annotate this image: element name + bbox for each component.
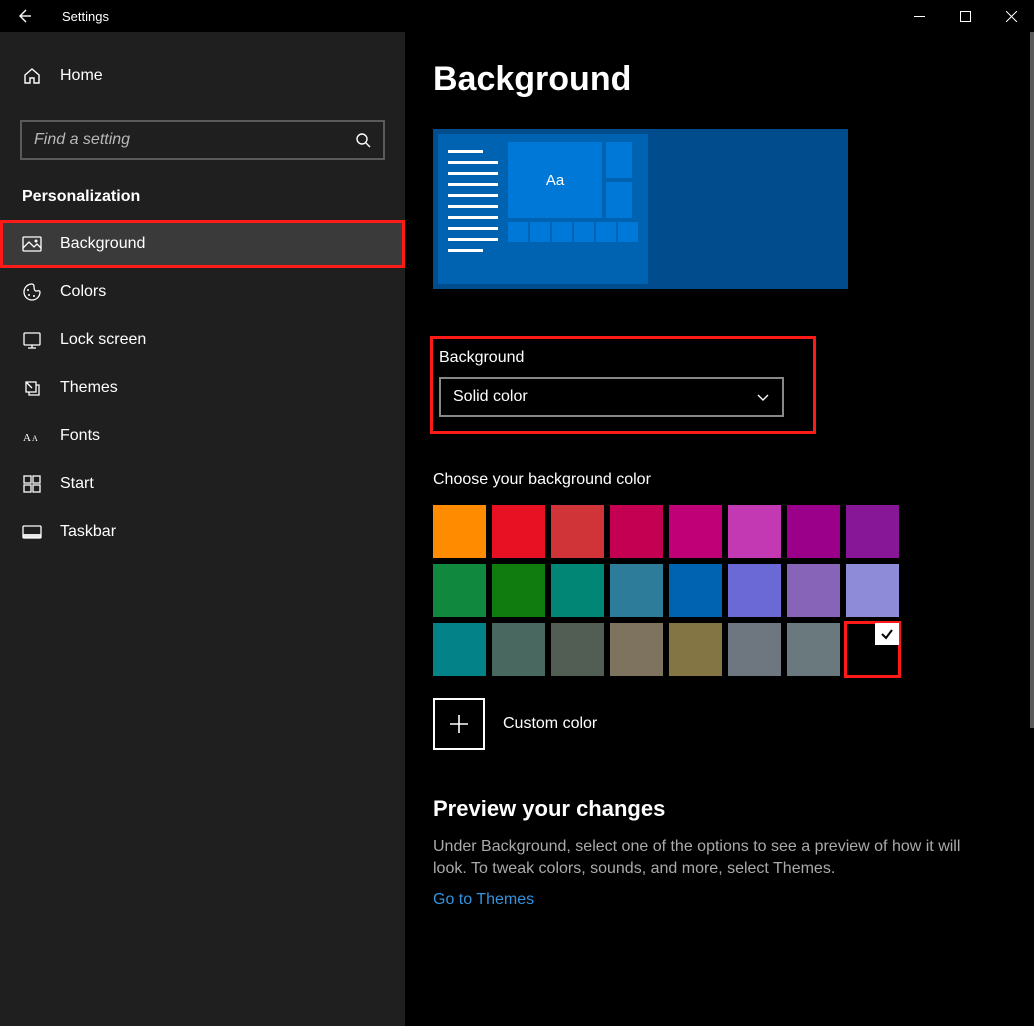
home-label: Home bbox=[60, 67, 103, 85]
nav-item-fonts[interactable]: AA Fonts bbox=[0, 412, 405, 460]
nav-item-colors[interactable]: Colors bbox=[0, 268, 405, 316]
color-swatch[interactable] bbox=[846, 623, 899, 676]
nav-item-themes[interactable]: Themes bbox=[0, 364, 405, 412]
nav-item-label: Lock screen bbox=[60, 331, 146, 349]
nav-item-label: Background bbox=[60, 235, 145, 253]
sidebar: Home Personalization Background Colors Loc… bbox=[0, 32, 405, 1026]
nav-item-label: Themes bbox=[60, 379, 118, 397]
color-swatch[interactable] bbox=[551, 623, 604, 676]
color-swatch[interactable] bbox=[433, 564, 486, 617]
color-swatch[interactable] bbox=[610, 564, 663, 617]
maximize-button[interactable] bbox=[942, 0, 988, 32]
color-swatch[interactable] bbox=[787, 505, 840, 558]
color-swatch[interactable] bbox=[492, 505, 545, 558]
minimize-icon bbox=[914, 11, 925, 22]
home-nav[interactable]: Home bbox=[0, 54, 405, 98]
titlebar: Settings bbox=[0, 0, 1034, 32]
section-label: Personalization bbox=[0, 160, 405, 220]
sidebar-nav: Background Colors Lock screen Themes AA Fonts… bbox=[0, 220, 405, 556]
preview-sample-text: Aa bbox=[508, 142, 602, 218]
color-swatch[interactable] bbox=[787, 623, 840, 676]
app-title: Settings bbox=[62, 9, 109, 24]
nav-item-label: Start bbox=[60, 475, 94, 493]
color-swatch[interactable] bbox=[669, 564, 722, 617]
start-icon bbox=[22, 474, 42, 494]
maximize-icon bbox=[960, 11, 971, 22]
go-to-themes-link[interactable]: Go to Themes bbox=[433, 891, 1014, 909]
background-type-section: Background Solid color bbox=[433, 339, 813, 431]
color-swatch[interactable] bbox=[728, 623, 781, 676]
nav-item-taskbar[interactable]: Taskbar bbox=[0, 508, 405, 556]
plus-icon bbox=[448, 713, 470, 735]
color-swatch[interactable] bbox=[846, 564, 899, 617]
home-icon bbox=[22, 66, 42, 86]
nav-item-label: Colors bbox=[60, 283, 106, 301]
themes-icon bbox=[22, 378, 42, 398]
close-button[interactable] bbox=[988, 0, 1034, 32]
color-section-label: Choose your background color bbox=[433, 471, 1014, 489]
color-swatch[interactable] bbox=[551, 505, 604, 558]
color-swatch[interactable] bbox=[846, 505, 899, 558]
background-icon bbox=[22, 234, 42, 254]
back-button[interactable] bbox=[12, 0, 36, 32]
color-swatch[interactable] bbox=[669, 505, 722, 558]
background-type-label: Background bbox=[439, 349, 809, 367]
color-swatch[interactable] bbox=[728, 564, 781, 617]
nav-item-label: Fonts bbox=[60, 427, 100, 445]
close-icon bbox=[1006, 11, 1017, 22]
color-swatch[interactable] bbox=[787, 564, 840, 617]
svg-text:A: A bbox=[32, 434, 38, 443]
minimize-button[interactable] bbox=[896, 0, 942, 32]
nav-item-start[interactable]: Start bbox=[0, 460, 405, 508]
lock-screen-icon bbox=[22, 330, 42, 350]
color-swatch[interactable] bbox=[610, 505, 663, 558]
fonts-icon: AA bbox=[22, 426, 42, 446]
taskbar-icon bbox=[22, 522, 42, 542]
preview-section-title: Preview your changes bbox=[433, 796, 1014, 822]
color-swatch[interactable] bbox=[492, 623, 545, 676]
search-input-wrap[interactable] bbox=[20, 120, 385, 160]
color-swatch[interactable] bbox=[669, 623, 722, 676]
nav-item-background[interactable]: Background bbox=[0, 220, 405, 268]
arrow-left-icon bbox=[16, 8, 32, 24]
color-swatch-grid bbox=[433, 505, 1014, 676]
color-swatch[interactable] bbox=[728, 505, 781, 558]
nav-item-lock-screen[interactable]: Lock screen bbox=[0, 316, 405, 364]
checkmark-icon bbox=[875, 623, 899, 645]
background-type-dropdown[interactable]: Solid color bbox=[439, 377, 784, 417]
search-input[interactable] bbox=[34, 131, 355, 149]
color-swatch[interactable] bbox=[433, 623, 486, 676]
scrollbar[interactable] bbox=[1030, 32, 1034, 728]
nav-item-label: Taskbar bbox=[60, 523, 116, 541]
svg-text:A: A bbox=[23, 432, 31, 444]
color-swatch[interactable] bbox=[492, 564, 545, 617]
background-type-value: Solid color bbox=[453, 388, 528, 406]
colors-icon bbox=[22, 282, 42, 302]
search-icon bbox=[355, 132, 371, 148]
color-swatch[interactable] bbox=[610, 623, 663, 676]
custom-color-button[interactable] bbox=[433, 698, 485, 750]
custom-color-label: Custom color bbox=[503, 715, 597, 733]
chevron-down-icon bbox=[756, 390, 770, 404]
background-preview: Aa bbox=[433, 129, 848, 289]
color-swatch[interactable] bbox=[433, 505, 486, 558]
page-title: Background bbox=[433, 60, 1014, 99]
content-area: Background Aa bbox=[405, 32, 1034, 1026]
preview-section-text: Under Background, select one of the opti… bbox=[433, 836, 993, 881]
color-swatch[interactable] bbox=[551, 564, 604, 617]
